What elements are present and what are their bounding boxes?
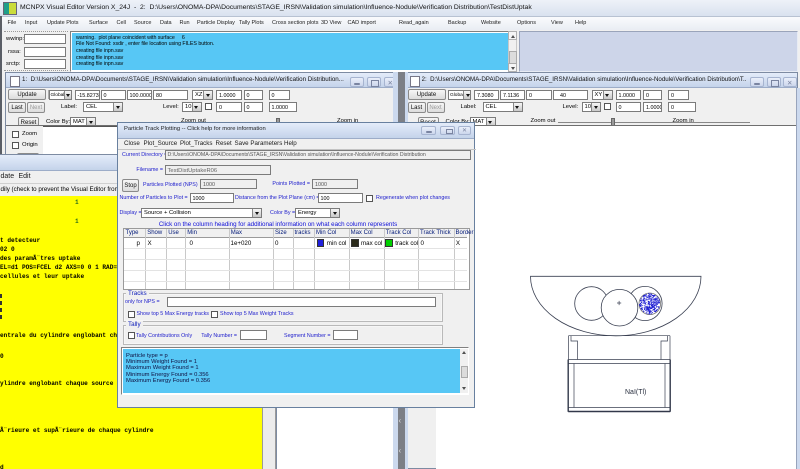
svg-text:NaI(Tl): NaI(Tl) bbox=[625, 389, 646, 396]
